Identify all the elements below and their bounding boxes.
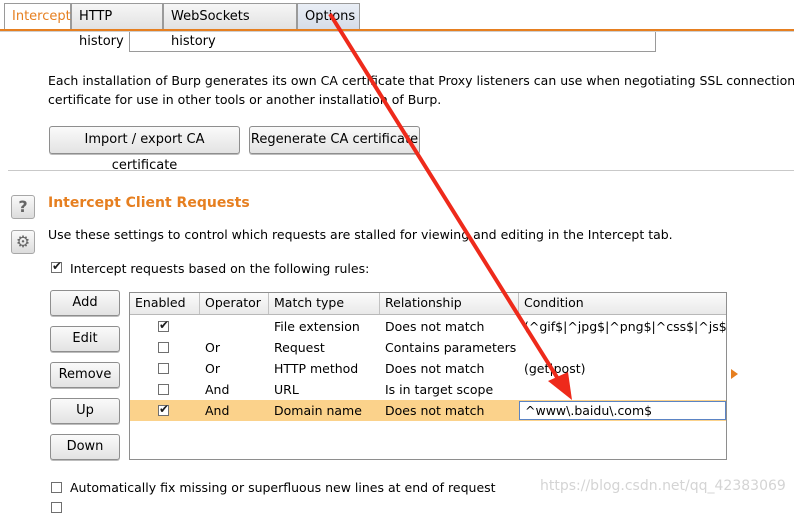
annotation-arrow: [328, 12, 572, 400]
annotation-arrow-shaft: [328, 12, 562, 384]
annotation-arrow-head: [548, 372, 572, 400]
